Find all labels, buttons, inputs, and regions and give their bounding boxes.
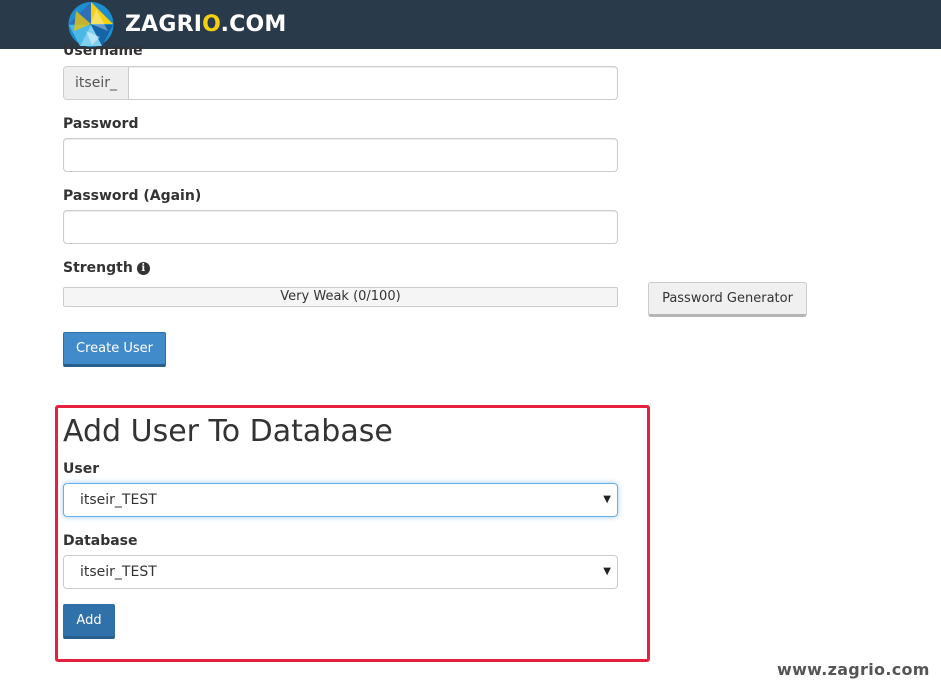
username-label: Username bbox=[63, 43, 143, 59]
username-field-group: itseir_ bbox=[63, 66, 618, 100]
password-again-input[interactable] bbox=[63, 210, 618, 244]
strength-meter: Very Weak (0/100) bbox=[63, 287, 618, 307]
top-bar: ZAGRIO.COM bbox=[0, 0, 941, 49]
section-title: Add User To Database bbox=[63, 414, 393, 449]
user-select-value: itseir_TEST bbox=[80, 492, 157, 508]
user-select[interactable]: itseir_TEST ▼ bbox=[63, 483, 618, 517]
strength-label-row: Strength i bbox=[63, 260, 150, 276]
password-generator-button[interactable]: Password Generator bbox=[648, 282, 807, 317]
database-select-label: Database bbox=[63, 533, 138, 549]
password-input[interactable] bbox=[63, 138, 618, 172]
brand-name[interactable]: ZAGRIO.COM bbox=[125, 12, 287, 37]
password-label: Password bbox=[63, 116, 139, 132]
add-button[interactable]: Add bbox=[63, 604, 115, 639]
info-icon[interactable]: i bbox=[136, 262, 150, 275]
caret-down-icon: ▼ bbox=[603, 566, 611, 577]
zagrio-logo-icon bbox=[68, 2, 114, 47]
user-select-label: User bbox=[63, 461, 100, 477]
database-select[interactable]: itseir_TEST ▼ bbox=[63, 555, 618, 589]
username-prefix: itseir_ bbox=[64, 67, 129, 99]
watermark: www.zagrio.com bbox=[777, 660, 930, 679]
create-user-button[interactable]: Create User bbox=[63, 332, 166, 367]
password-again-label: Password (Again) bbox=[63, 188, 202, 204]
username-input[interactable] bbox=[129, 67, 617, 99]
strength-label: Strength bbox=[63, 260, 133, 276]
database-select-value: itseir_TEST bbox=[80, 564, 157, 580]
caret-down-icon: ▼ bbox=[603, 494, 611, 505]
